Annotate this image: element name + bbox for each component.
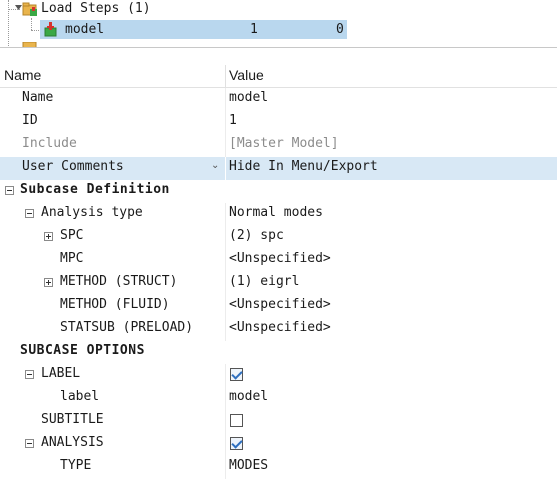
column-divider bbox=[225, 387, 226, 410]
chevron-down-icon[interactable]: ⌄ bbox=[211, 160, 219, 171]
section-subcase-definition[interactable]: Subcase Definition bbox=[0, 180, 557, 203]
property-row-label[interactable]: LABEL bbox=[0, 364, 557, 387]
property-row-method-fluid[interactable]: METHOD (FLUID) <Unspecified> bbox=[0, 295, 557, 318]
expand-icon[interactable] bbox=[44, 232, 53, 241]
column-divider bbox=[225, 456, 226, 479]
section-title: Subcase Definition bbox=[20, 182, 170, 197]
property-value[interactable]: <Unspecified> bbox=[229, 320, 331, 335]
collapse-icon[interactable] bbox=[5, 186, 14, 195]
column-divider bbox=[225, 318, 226, 341]
load-steps-label[interactable]: Load Steps (1) bbox=[41, 0, 151, 18]
collapse-icon[interactable] bbox=[25, 439, 34, 448]
property-label: MPC bbox=[60, 251, 84, 266]
tree-item-id: 1 bbox=[250, 22, 258, 37]
column-divider bbox=[225, 433, 226, 456]
property-label: ID bbox=[22, 113, 38, 128]
property-label: Include bbox=[22, 136, 77, 151]
column-divider bbox=[225, 111, 226, 134]
property-row-analysis[interactable]: ANALYSIS bbox=[0, 433, 557, 456]
property-value[interactable]: (1) eigrl bbox=[229, 274, 299, 289]
section-subcase-options[interactable]: SUBCASE OPTIONS bbox=[0, 341, 557, 364]
property-row-user-comments[interactable]: User Comments ⌄ Hide In Menu/Export bbox=[0, 157, 557, 180]
column-divider bbox=[225, 295, 226, 318]
property-row-analysis-type[interactable]: Analysis type Normal modes bbox=[0, 203, 557, 226]
property-label: ANALYSIS bbox=[41, 435, 104, 450]
property-row-subtitle[interactable]: SUBTITLE bbox=[0, 410, 557, 433]
property-label: label bbox=[60, 389, 100, 404]
column-divider bbox=[225, 226, 226, 249]
column-divider bbox=[225, 203, 226, 226]
property-label: SUBTITLE bbox=[41, 412, 104, 427]
column-divider bbox=[225, 364, 226, 387]
collapse-icon[interactable] bbox=[25, 370, 34, 379]
property-value[interactable]: <Unspecified> bbox=[229, 297, 331, 312]
column-divider bbox=[225, 88, 226, 111]
property-label: TYPE bbox=[60, 458, 92, 473]
load-step-folder-icon bbox=[22, 2, 37, 16]
property-value[interactable]: 1 bbox=[229, 113, 237, 128]
property-value[interactable]: MODES bbox=[229, 458, 268, 473]
property-row-method-struct[interactable]: METHOD (STRUCT) (1) eigrl bbox=[0, 272, 557, 295]
property-value[interactable]: Hide In Menu/Export bbox=[229, 159, 378, 174]
tree-item-count: 0 bbox=[336, 22, 344, 37]
property-row-id[interactable]: ID 1 bbox=[0, 111, 557, 134]
property-label: Analysis type bbox=[41, 205, 143, 220]
expand-icon[interactable] bbox=[44, 278, 53, 287]
grid-header: Name Value bbox=[0, 65, 557, 88]
property-row-spc[interactable]: SPC (2) spc bbox=[0, 226, 557, 249]
column-divider bbox=[225, 157, 226, 180]
subtitle-checkbox[interactable] bbox=[230, 414, 243, 427]
property-label: METHOD (FLUID) bbox=[60, 297, 170, 312]
property-label: METHOD (STRUCT) bbox=[60, 274, 178, 289]
column-divider[interactable] bbox=[225, 65, 226, 87]
property-label: STATSUB (PRELOAD) bbox=[60, 320, 194, 335]
analysis-checkbox[interactable] bbox=[230, 437, 243, 450]
column-divider bbox=[225, 134, 226, 157]
property-value[interactable]: Normal modes bbox=[229, 205, 323, 220]
property-row-label-text[interactable]: label model bbox=[0, 387, 557, 410]
column-divider bbox=[225, 272, 226, 295]
load-steps-tree: Load Steps (1) model 1 0 ... bbox=[0, 0, 557, 48]
tree-item-name: model bbox=[65, 22, 105, 37]
property-value[interactable]: <Unspecified> bbox=[229, 251, 331, 266]
property-label: SPC bbox=[60, 228, 84, 243]
column-header-value[interactable]: Value bbox=[229, 67, 264, 83]
label-checkbox[interactable] bbox=[230, 368, 243, 381]
section-title: SUBCASE OPTIONS bbox=[20, 343, 145, 358]
collapse-icon[interactable] bbox=[25, 209, 34, 218]
property-row-type[interactable]: TYPE MODES bbox=[0, 456, 557, 479]
tree-guide-line bbox=[31, 18, 32, 30]
property-value[interactable]: model bbox=[229, 389, 268, 404]
subcase-icon bbox=[44, 22, 57, 37]
column-header-name[interactable]: Name bbox=[4, 67, 41, 83]
property-row-name[interactable]: Name model bbox=[0, 88, 557, 111]
column-divider bbox=[225, 410, 226, 433]
property-row-statsub-preload[interactable]: STATSUB (PRELOAD) <Unspecified> bbox=[0, 318, 557, 341]
property-label: LABEL bbox=[41, 366, 81, 381]
pane-splitter[interactable] bbox=[0, 47, 557, 48]
tree-guide-line bbox=[8, 0, 9, 48]
property-value[interactable]: model bbox=[229, 90, 268, 105]
property-value[interactable]: (2) spc bbox=[229, 228, 284, 243]
column-divider bbox=[225, 249, 226, 272]
property-value: [Master Model] bbox=[229, 136, 339, 151]
property-row-include[interactable]: Include [Master Model] bbox=[0, 134, 557, 157]
property-row-mpc[interactable]: MPC <Unspecified> bbox=[0, 249, 557, 272]
property-label: Name bbox=[22, 90, 54, 105]
property-label: User Comments bbox=[22, 159, 124, 174]
